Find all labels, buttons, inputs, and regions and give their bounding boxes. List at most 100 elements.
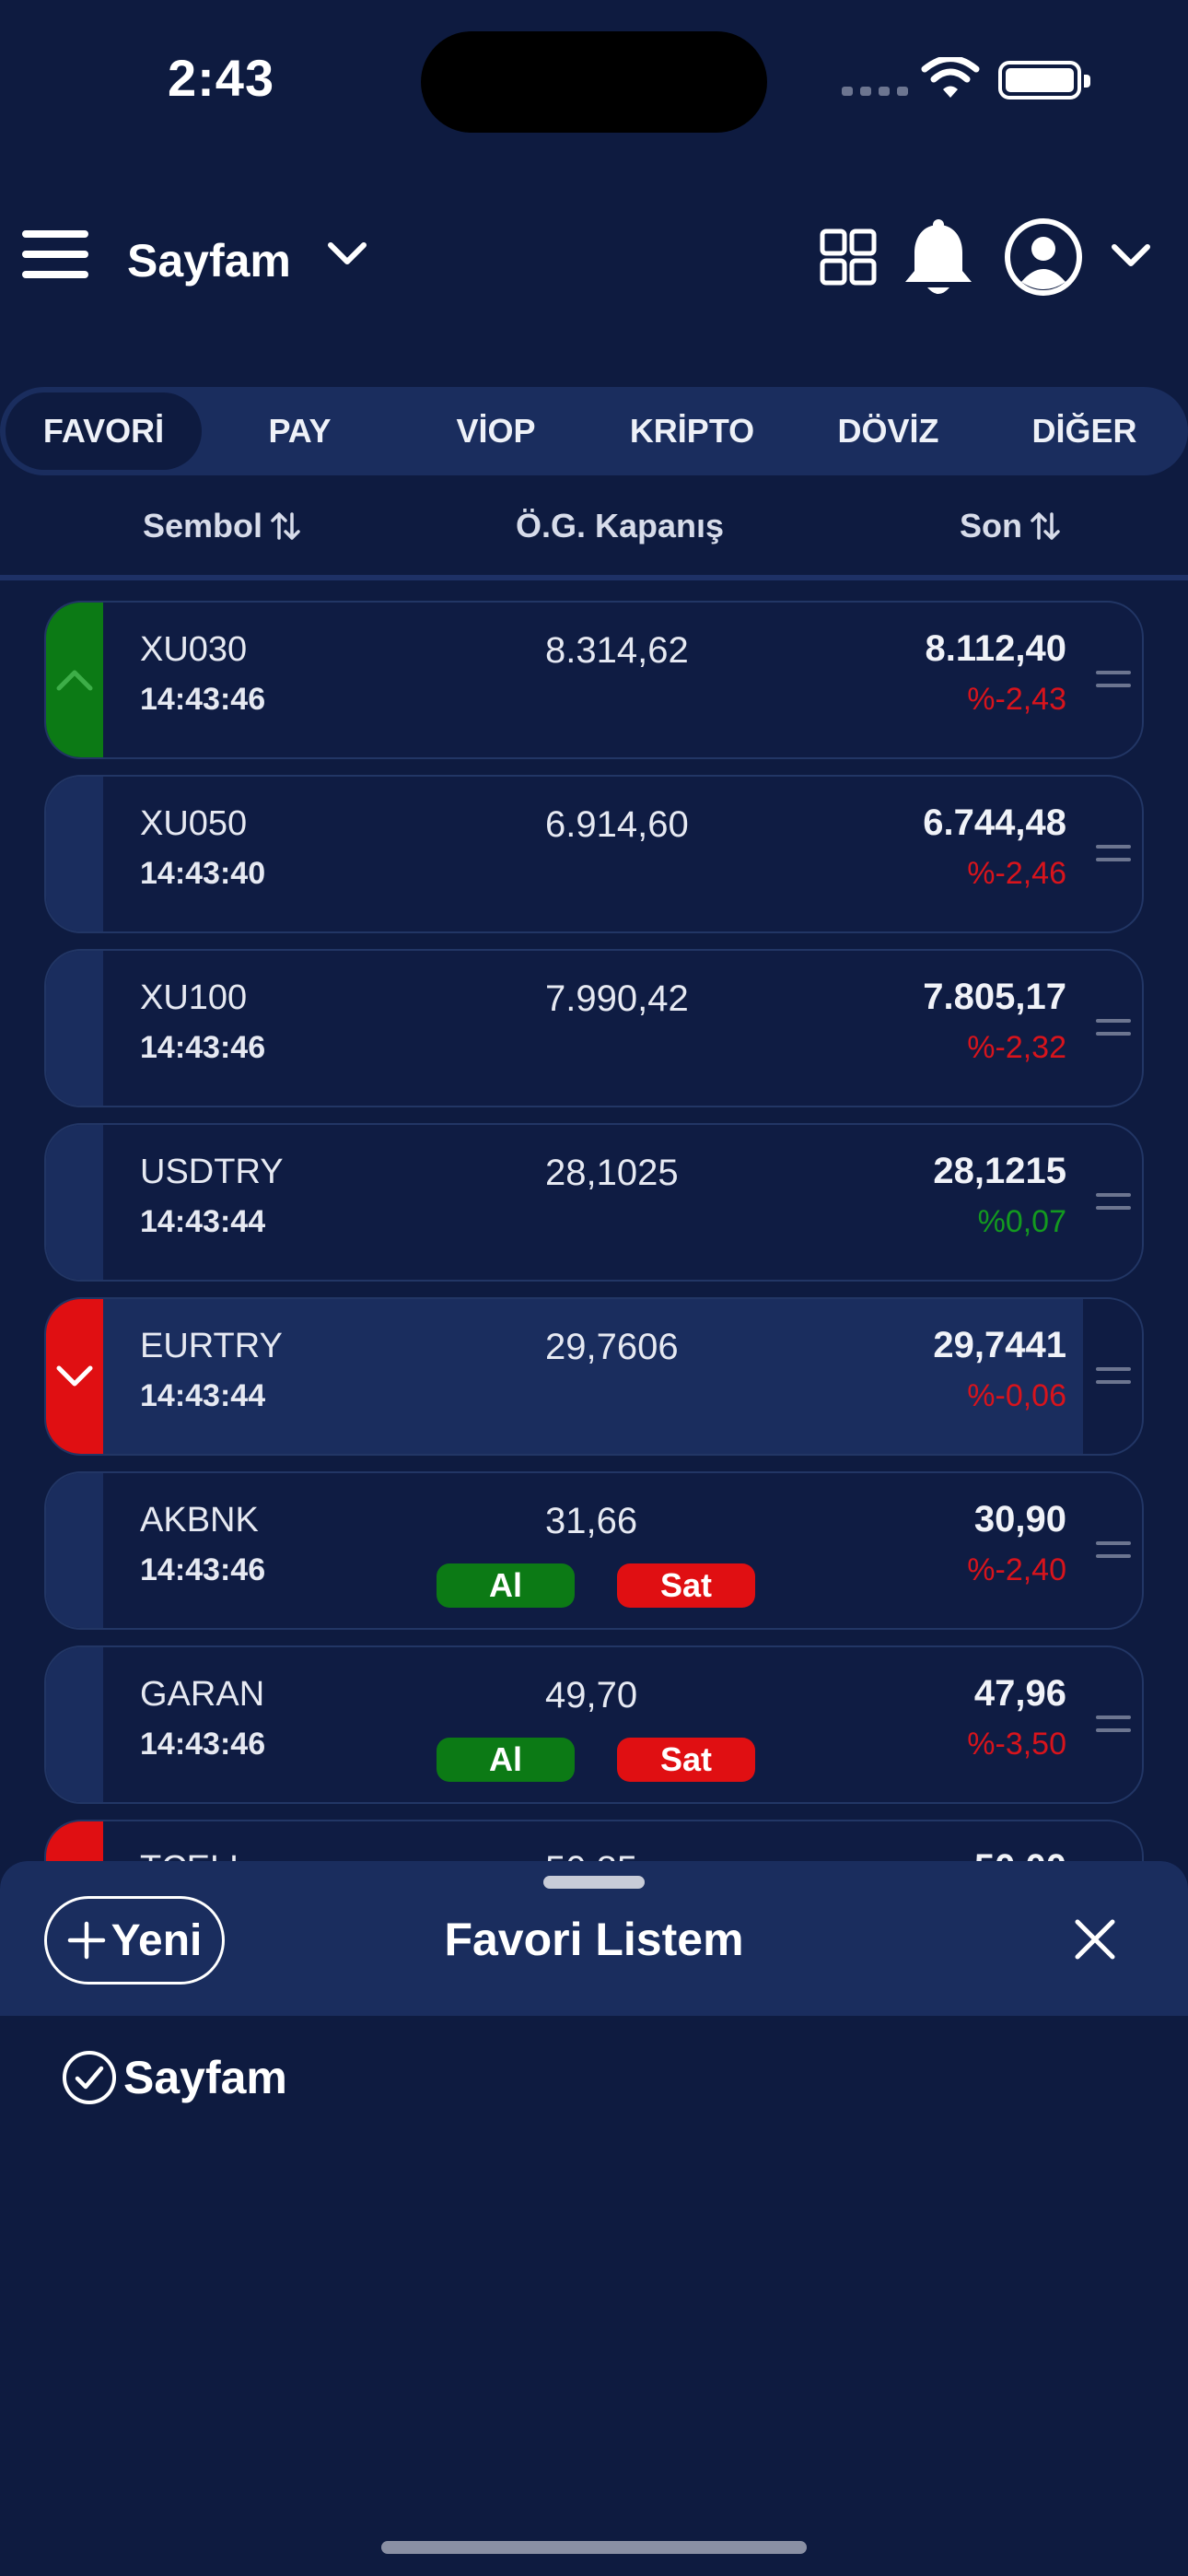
column-headers: Sembol Ö.G. Kapanış Son	[0, 498, 1188, 580]
buy-button[interactable]: Al	[437, 1563, 575, 1608]
change-percent: %0,07	[977, 1204, 1066, 1239]
last-price: 6.744,48	[923, 802, 1066, 843]
drag-handle-icon[interactable]	[1096, 1017, 1131, 1039]
instrument-row[interactable]: USDTRY 14:43:44 28,1025 28,1215 %0,07	[44, 1123, 1144, 1282]
direction-indicator	[46, 1125, 103, 1280]
direction-indicator	[46, 777, 103, 931]
sheet-header: Yeni Favori Listem	[0, 1861, 1188, 2016]
previous-close: 28,1025	[545, 1153, 679, 1193]
buy-button[interactable]: Al	[437, 1738, 575, 1782]
favorite-list-sheet: Yeni Favori Listem Sayfam	[0, 1861, 1188, 2576]
checkmark-circle-icon	[63, 2051, 116, 2104]
column-last[interactable]: Son	[960, 507, 1061, 545]
instrument-row[interactable]: GARAN 14:43:46 49,70 Al Sat 47,96 %-3,50	[44, 1645, 1144, 1804]
bell-icon[interactable]	[901, 217, 976, 300]
category-tabs: FAVORİ PAY VİOP KRİPTO DÖVİZ DİĞER	[0, 387, 1188, 475]
instrument-row[interactable]: XU030 14:43:46 8.314,62 8.112,40 %-2,43	[44, 601, 1144, 759]
sell-button[interactable]: Sat	[617, 1563, 755, 1608]
chevron-down-icon[interactable]	[327, 240, 367, 267]
last-price: 7.805,17	[923, 977, 1066, 1017]
update-time: 14:43:46	[140, 1030, 266, 1065]
direction-indicator	[46, 1647, 103, 1802]
wifi-icon	[921, 57, 980, 98]
status-time: 2:43	[168, 49, 275, 107]
drag-handle-icon[interactable]	[1096, 1365, 1131, 1388]
change-percent: %-2,32	[967, 1030, 1066, 1065]
previous-close: 31,66	[545, 1501, 638, 1541]
tab-favori[interactable]: FAVORİ	[6, 392, 202, 470]
direction-indicator	[46, 1299, 103, 1454]
sell-button[interactable]: Sat	[617, 1738, 755, 1782]
chevron-down-icon[interactable]	[1111, 241, 1151, 269]
close-icon[interactable]	[1074, 1918, 1116, 1961]
instrument-row[interactable]: EURTRY 14:43:44 29,7606 29,7441 %-0,06	[44, 1297, 1144, 1456]
symbol-name: XU100	[140, 978, 248, 1017]
instrument-row[interactable]: AKBNK 14:43:46 31,66 Al Sat 30,90 %-2,40	[44, 1471, 1144, 1630]
chevron-down-icon	[56, 1365, 93, 1387]
update-time: 14:43:40	[140, 856, 266, 891]
update-time: 14:43:46	[140, 682, 266, 717]
page-title[interactable]: Sayfam	[127, 234, 291, 287]
sort-icon[interactable]	[270, 510, 301, 542]
last-price: 30,90	[973, 1499, 1066, 1540]
sheet-grabber[interactable]	[543, 1876, 645, 1889]
update-time: 14:43:46	[140, 1727, 266, 1762]
previous-close: 49,70	[545, 1675, 638, 1715]
last-price: 29,7441	[933, 1325, 1066, 1365]
tab-diger[interactable]: DİĞER	[986, 392, 1182, 470]
drag-handle-icon[interactable]	[1096, 843, 1131, 865]
symbol-name: XU030	[140, 630, 248, 669]
direction-indicator	[46, 951, 103, 1106]
battery-icon	[998, 61, 1090, 100]
previous-close: 6.914,60	[545, 804, 689, 845]
update-time: 14:43:44	[140, 1378, 266, 1413]
symbol-name: GARAN	[140, 1675, 265, 1714]
change-percent: %-2,46	[967, 856, 1066, 891]
drag-handle-icon[interactable]	[1096, 1714, 1131, 1736]
drag-handle-icon[interactable]	[1096, 1191, 1131, 1213]
symbol-name: EURTRY	[140, 1327, 283, 1365]
update-time: 14:43:44	[140, 1204, 266, 1239]
drag-handle-icon[interactable]	[1096, 669, 1131, 691]
change-percent: %-2,40	[967, 1552, 1066, 1587]
tab-viop[interactable]: VİOP	[398, 392, 594, 470]
favorite-list-name: Sayfam	[123, 2052, 287, 2103]
change-percent: %-3,50	[967, 1727, 1066, 1762]
top-bar: Sayfam	[0, 205, 1188, 315]
symbol-name: XU050	[140, 804, 248, 843]
column-symbol-label: Sembol	[143, 507, 263, 544]
drag-handle-icon[interactable]	[1096, 1540, 1131, 1562]
symbol-name: USDTRY	[140, 1153, 284, 1191]
update-time: 14:43:46	[140, 1552, 266, 1587]
cellular-signal-icon	[842, 87, 908, 96]
tab-pay[interactable]: PAY	[202, 392, 398, 470]
direction-indicator	[46, 1473, 103, 1628]
last-price: 28,1215	[933, 1151, 1066, 1191]
previous-close: 8.314,62	[545, 630, 689, 671]
direction-indicator	[46, 603, 103, 757]
previous-close: 29,7606	[545, 1327, 679, 1367]
chevron-up-icon	[56, 670, 93, 691]
dynamic-island	[421, 31, 767, 133]
tab-kripto[interactable]: KRİPTO	[594, 392, 790, 470]
instrument-row[interactable]: XU100 14:43:46 7.990,42 7.805,17 %-2,32	[44, 949, 1144, 1107]
previous-close: 7.990,42	[545, 978, 689, 1019]
change-percent: %-0,06	[967, 1378, 1066, 1413]
tab-doviz[interactable]: DÖVİZ	[790, 392, 986, 470]
change-percent: %-2,43	[967, 682, 1066, 717]
status-bar: 2:43	[0, 0, 1188, 157]
user-avatar-icon[interactable]	[1004, 217, 1083, 297]
home-indicator[interactable]	[381, 2541, 807, 2554]
menu-icon[interactable]	[22, 230, 88, 278]
last-price: 8.112,40	[925, 628, 1067, 669]
column-last-label: Son	[960, 507, 1022, 544]
sheet-title: Favori Listem	[444, 1914, 744, 1965]
grid-icon[interactable]	[820, 228, 877, 286]
column-symbol[interactable]: Sembol	[143, 507, 301, 545]
instrument-row[interactable]: XU050 14:43:40 6.914,60 6.744,48 %-2,46	[44, 775, 1144, 933]
column-close: Ö.G. Kapanış	[516, 507, 725, 544]
favorite-list-item[interactable]: Sayfam	[61, 2049, 287, 2106]
sort-icon[interactable]	[1030, 510, 1061, 542]
symbol-name: AKBNK	[140, 1501, 259, 1540]
last-price: 47,96	[973, 1673, 1066, 1714]
